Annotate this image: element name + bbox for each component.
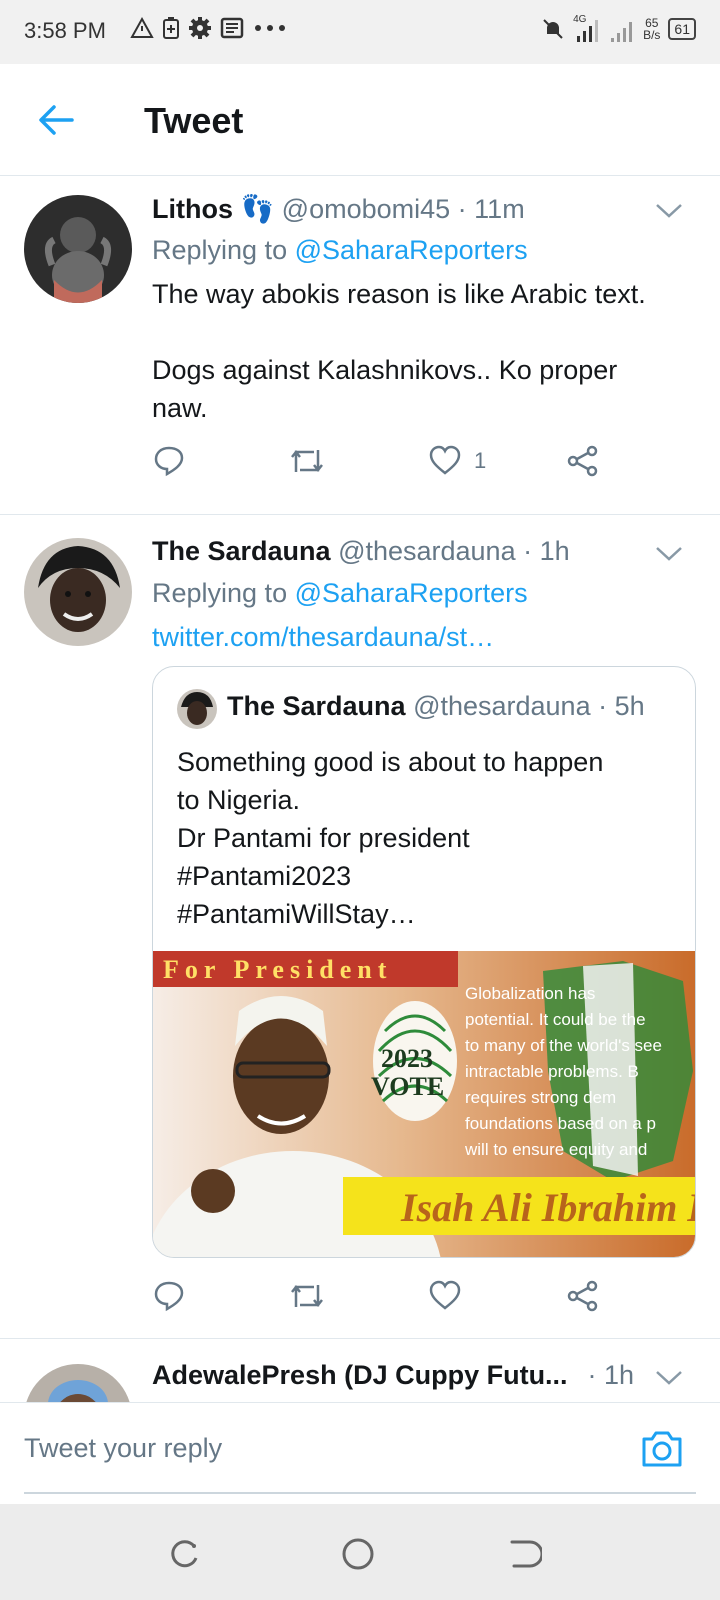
vote-year-text: 2023 [381,1044,433,1073]
tweet-link[interactable]: twitter.com/thesardauna/st… [152,622,494,653]
more-dots-icon [255,25,285,31]
quote-text: Something good is about to happen to Nig… [177,747,604,929]
image-banner-text: For President [163,955,392,984]
reply-icon [154,1281,184,1312]
retweet-button[interactable] [288,443,326,479]
tweet-header: Lithos 👣 @omobomi45 · 11m [152,193,650,225]
timestamp: · 1h [587,1360,634,1390]
quote-display-name: The Sardauna [227,691,406,721]
mention-link[interactable]: @SaharaReporters [295,235,528,265]
home-icon[interactable] [340,1536,376,1572]
display-name[interactable]: AdewalePresh (DJ Cuppy Futu... [152,1360,568,1390]
retweet-button[interactable] [288,1278,326,1314]
replying-to: Replying to @SaharaReporters [152,235,528,265]
quote-handle: @thesardauna [413,691,591,721]
tweet-actions: 1 [152,443,620,483]
avatar[interactable] [24,195,132,303]
handle[interactable]: @thesardauna [338,536,516,566]
mute-bell-icon [543,19,563,39]
quote-header: The Sardauna @thesardauna · 5h [227,691,645,722]
battery-saver-icon [163,17,179,39]
timestamp: · 11m [457,194,525,224]
handle[interactable]: @omobomi45 [282,194,451,224]
heart-icon [429,1280,461,1310]
share-button[interactable] [566,443,600,479]
retweet-icon [291,1284,323,1308]
svg-text:requires strong dem: requires strong dem [465,1088,616,1107]
display-name[interactable]: The Sardauna [152,536,331,566]
mention-link[interactable]: @SaharaReporters [295,578,528,608]
svg-text:Globalization has: Globalization has [465,984,595,1003]
tweet-actions [152,1278,620,1318]
reply-button[interactable] [152,1278,186,1314]
chevron-down-icon[interactable] [654,1368,684,1388]
tweet-item[interactable]: AdewalePresh (DJ Cuppy Futu... · 1h [0,1340,720,1402]
vote-word-text: VOTE [371,1072,444,1101]
like-button[interactable]: 1 [428,443,486,479]
display-name[interactable]: Lithos [152,194,233,224]
quote-avatar[interactable] [177,689,217,729]
reply-input[interactable]: Tweet your reply [24,1433,222,1464]
svg-text:will to ensure equity and: will to ensure equity and [464,1140,647,1159]
top-app-bar: Tweet [0,64,720,176]
reply-input-underline [24,1492,696,1494]
image-name-banner: Isah Ali Ibrahim I [400,1185,696,1230]
network-type: 4G [573,14,587,25]
reply-icon [154,446,184,477]
tweet-header: The Sardauna @thesardauna · 1h [152,536,650,567]
reply-composer: Tweet your reply [0,1402,720,1502]
signal-icon [611,22,633,42]
tweet-item[interactable]: Lithos 👣 @omobomi45 · 11m Replying to @S… [0,177,720,515]
status-system-icons: 4G 65 B/s 61 [541,14,696,44]
avatar[interactable] [24,538,132,646]
alert-triangle-icon [130,16,154,38]
tweet-header: AdewalePresh (DJ Cuppy Futu... [152,1360,570,1391]
share-icon [567,1280,598,1312]
news-icon [220,17,244,39]
svg-text:intractable problems. B: intractable problems. B [465,1062,639,1081]
tweet-text: The way abokis reason is like Arabic tex… [152,279,646,423]
chevron-down-icon[interactable] [654,201,684,221]
quoted-tweet[interactable]: The Sardauna @thesardauna · 5h Something… [152,666,696,1258]
share-button[interactable] [566,1278,600,1314]
status-bar: 3:58 PM 4G 65 B/s 61 [0,0,720,64]
back-arrow-icon[interactable] [36,100,76,140]
quote-timestamp: · 5h [598,691,645,721]
back-icon[interactable] [506,1536,542,1572]
retweet-icon [291,449,323,473]
like-count: 1 [474,448,487,473]
settings-gear-icon [189,17,211,39]
status-time: 3:58 PM [24,18,106,43]
svg-text:potential. It could be the: potential. It could be the [465,1010,646,1029]
avatar[interactable] [24,1364,132,1402]
tweet-item[interactable]: The Sardauna @thesardauna · 1h Replying … [0,516,720,1339]
network-speed: 65 B/s [643,16,661,42]
svg-text:to many of the world's see: to many of the world's see [465,1036,662,1055]
timestamp: · 1h [523,536,570,566]
reply-button[interactable] [152,443,186,479]
system-navigation-bar [0,1504,720,1600]
page-title: Tweet [144,100,244,141]
svg-text:foundations based on a p: foundations based on a p [465,1114,656,1133]
chevron-down-icon[interactable] [654,544,684,564]
share-icon [567,445,598,477]
camera-icon[interactable] [640,1429,684,1469]
replying-to: Replying to @SaharaReporters [152,578,528,608]
status-notification-icons [130,16,288,40]
like-button[interactable] [428,1278,462,1314]
heart-icon [429,445,461,475]
battery-indicator: 61 [668,18,696,40]
emoji: 👣 [240,194,275,224]
signal-4g-icon: 4G [573,14,601,44]
recent-apps-icon[interactable] [166,1536,202,1572]
quote-media-image[interactable]: For President 2023 VOTE Globalization ha… [153,951,696,1257]
